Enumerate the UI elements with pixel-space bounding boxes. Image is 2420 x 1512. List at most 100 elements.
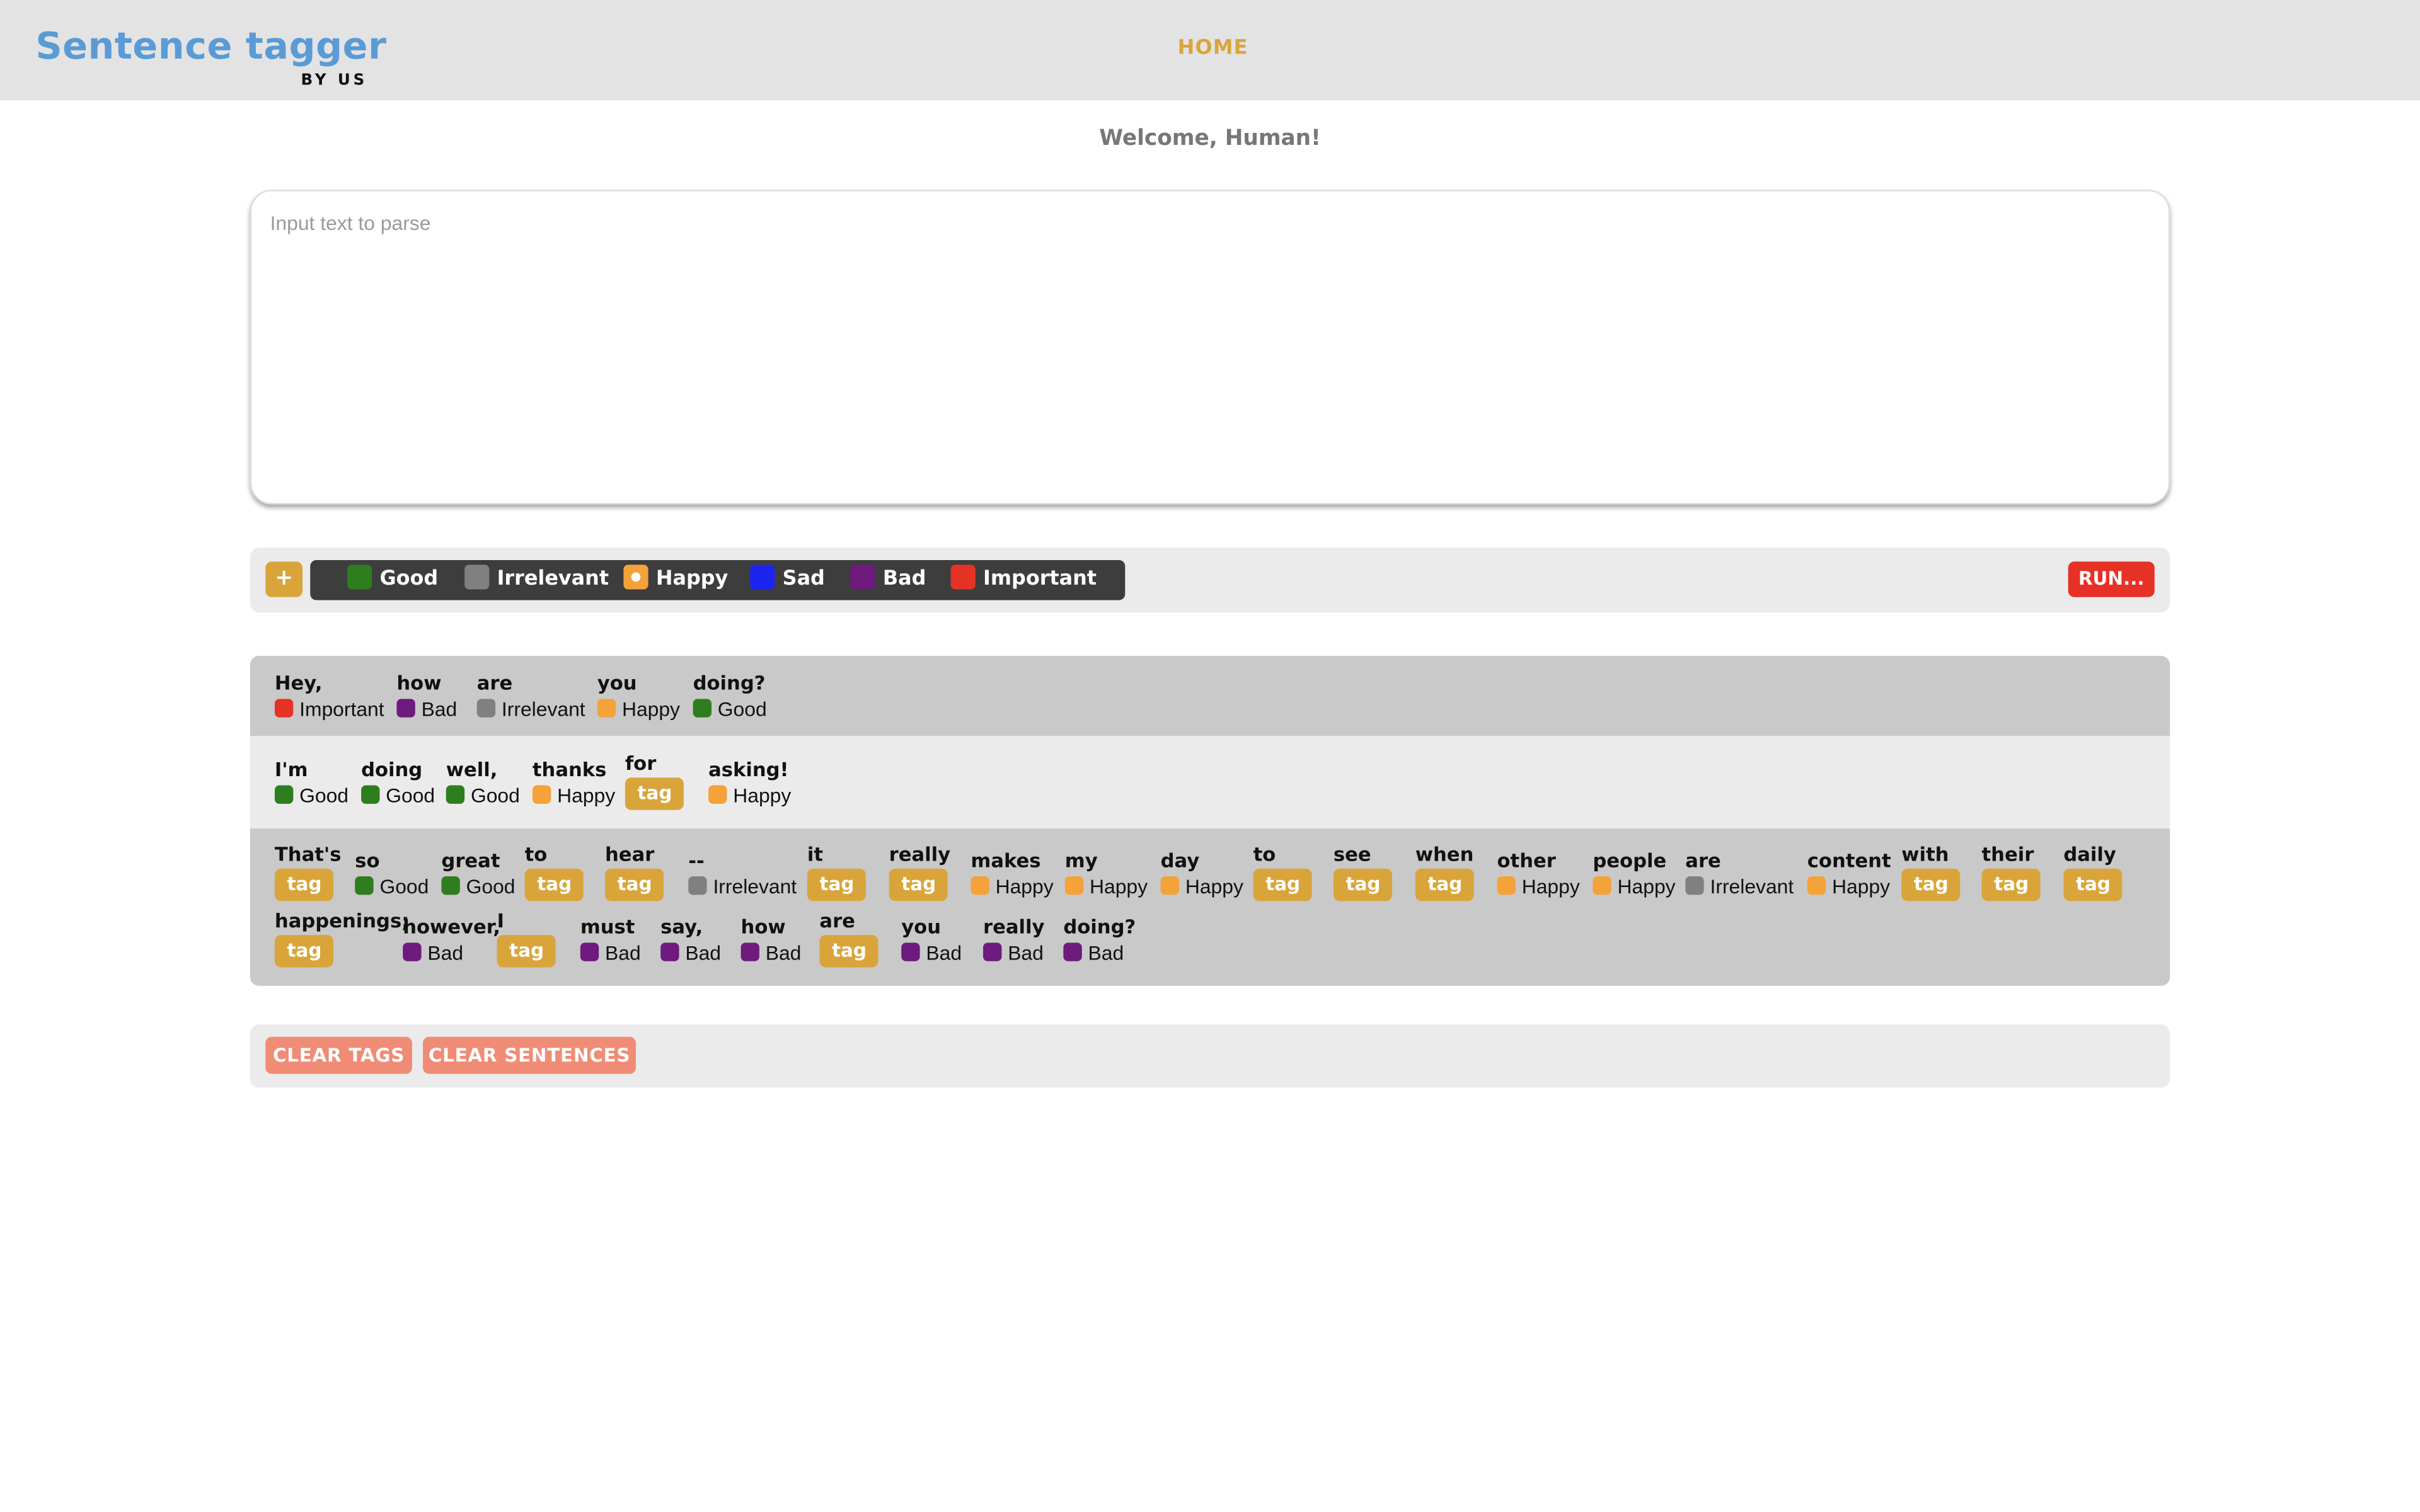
tag-color-icon [1160, 876, 1180, 895]
word-text: see [1333, 842, 1371, 866]
word-token: great Good [441, 847, 516, 902]
tag-color-icon [403, 942, 422, 961]
word-tag-label[interactable]: Bad [660, 939, 721, 967]
word-tag-button[interactable]: tag [605, 868, 665, 902]
sentence-row: That's tag so Good great Good to tag hear tag -- Ir… [250, 828, 2170, 986]
word-tag-button[interactable]: tag [497, 935, 556, 968]
word-tag-label[interactable]: Good [361, 782, 435, 810]
word-tag-label[interactable]: Happy [708, 782, 791, 810]
clear-sentences-button[interactable]: CLEAR SENTENCES [423, 1036, 636, 1074]
word-text: thanks [532, 757, 607, 781]
word-tag-name: Important [299, 697, 384, 721]
word-tag-label[interactable]: Happy [1160, 873, 1243, 901]
word-token: are Irrelevant [1685, 847, 1794, 902]
run-button[interactable]: RUN... [2068, 561, 2155, 597]
word-text: however, [403, 915, 501, 938]
sentence-list: Hey, Important how Bad are Irrelevant you Happy… [250, 655, 2170, 986]
word-tag-button[interactable]: tag [2063, 868, 2123, 902]
word-text: my [1064, 848, 1098, 872]
word-tag-label[interactable]: Bad [580, 939, 641, 967]
word-text: you [597, 671, 637, 695]
word-tag-button[interactable]: tag [274, 935, 335, 968]
word-tag-label[interactable]: Happy [597, 696, 680, 723]
add-tag-button[interactable]: + [265, 561, 303, 597]
word-token: it tag [807, 841, 867, 902]
tag-color-icon [441, 876, 460, 895]
word-tag-label[interactable]: Happy [1497, 873, 1580, 901]
tag-color-icon [660, 942, 679, 961]
happy-swatch-icon [623, 564, 648, 590]
word-text: Hey, [274, 671, 323, 695]
tag-color-icon [1497, 876, 1516, 895]
word-tag-button[interactable]: tag [1981, 868, 2041, 902]
word-tag-name: Irrelevant [713, 874, 797, 898]
word-tag-label[interactable]: Good [355, 873, 429, 901]
clear-tags-button[interactable]: CLEAR TAGS [265, 1036, 412, 1074]
word-tag-label[interactable]: Good [693, 696, 767, 723]
word-tag-name: Irrelevant [501, 697, 585, 721]
word-tag-label[interactable]: Important [274, 696, 384, 723]
word-tag-label[interactable]: Happy [1807, 873, 1891, 901]
tag-color-icon [983, 942, 1002, 961]
tag-option-sad[interactable]: Sad [750, 560, 825, 600]
word-token: to tag [1253, 841, 1313, 902]
word-text: doing? [1063, 915, 1136, 938]
tag-option-good[interactable]: Good [347, 560, 438, 600]
word-tag-label[interactable]: Bad [740, 939, 801, 967]
word-tag-name: Bad [1008, 941, 1044, 965]
word-token: really tag [889, 841, 950, 902]
word-token: so Good [355, 847, 429, 902]
word-tag-label[interactable]: Bad [1063, 939, 1136, 967]
nav-home-link[interactable]: HOME [1178, 37, 1248, 60]
word-tag-label[interactable]: Bad [901, 939, 962, 967]
word-token: how Bad [740, 914, 801, 968]
word-text: well, [446, 757, 498, 781]
important-swatch-icon [950, 564, 976, 590]
word-tag-button[interactable]: tag [819, 935, 879, 968]
tag-option-happy[interactable]: Happy [623, 560, 728, 600]
word-tag-label[interactable]: Bad [983, 939, 1044, 967]
word-token: doing Good [361, 756, 435, 810]
tag-option-important[interactable]: Important [950, 560, 1097, 600]
word-tag-name: Irrelevant [1710, 874, 1794, 898]
word-tag-button[interactable]: tag [807, 868, 867, 902]
word-text: it [807, 842, 823, 866]
word-tag-label[interactable]: Bad [396, 696, 457, 723]
word-tag-button[interactable]: tag [524, 868, 584, 902]
word-token: see tag [1333, 841, 1393, 902]
word-tag-label[interactable]: Happy [1593, 873, 1676, 901]
word-tag-button[interactable]: tag [1333, 868, 1393, 902]
word-tag-button[interactable]: tag [1415, 868, 1475, 902]
word-tag-button[interactable]: tag [889, 868, 948, 902]
word-tag-label[interactable]: Irrelevant [688, 873, 797, 901]
word-tag-button[interactable]: tag [1253, 868, 1313, 902]
app-logo-title[interactable]: Sentence tagger [35, 25, 386, 68]
tag-color-icon [532, 785, 551, 804]
word-tag-label[interactable]: Happy [971, 873, 1054, 901]
tag-color-icon [708, 785, 727, 804]
word-tag-label[interactable]: Good [446, 782, 520, 810]
word-tag-label[interactable]: Irrelevant [1685, 873, 1794, 901]
word-tag-label[interactable]: Bad [403, 939, 500, 967]
word-tag-label[interactable]: Happy [1064, 873, 1148, 901]
word-token: when tag [1415, 841, 1475, 902]
word-tag-name: Bad [1088, 941, 1124, 965]
tag-option-label: Bad [882, 568, 926, 591]
word-tag-button[interactable]: tag [625, 777, 684, 810]
word-text: are [1685, 848, 1721, 872]
sad-swatch-icon [750, 564, 775, 590]
word-tag-button[interactable]: tag [274, 868, 335, 902]
irrelevant-swatch-icon [464, 564, 490, 590]
tag-option-bad[interactable]: Bad [850, 560, 926, 600]
input-text-area[interactable] [250, 190, 2170, 505]
word-tag-label[interactable]: Good [441, 873, 516, 901]
word-tag-name: Good [299, 784, 349, 807]
word-token: really Bad [983, 914, 1044, 968]
tag-option-irrelevant[interactable]: Irrelevant [464, 560, 609, 600]
tag-option-label: Important [983, 568, 1097, 591]
word-tag-button[interactable]: tag [1901, 868, 1961, 902]
word-tag-label[interactable]: Happy [532, 782, 615, 810]
word-tag-label[interactable]: Irrelevant [476, 696, 585, 723]
word-tag-label[interactable]: Good [274, 782, 349, 810]
word-token: well, Good [446, 756, 520, 810]
